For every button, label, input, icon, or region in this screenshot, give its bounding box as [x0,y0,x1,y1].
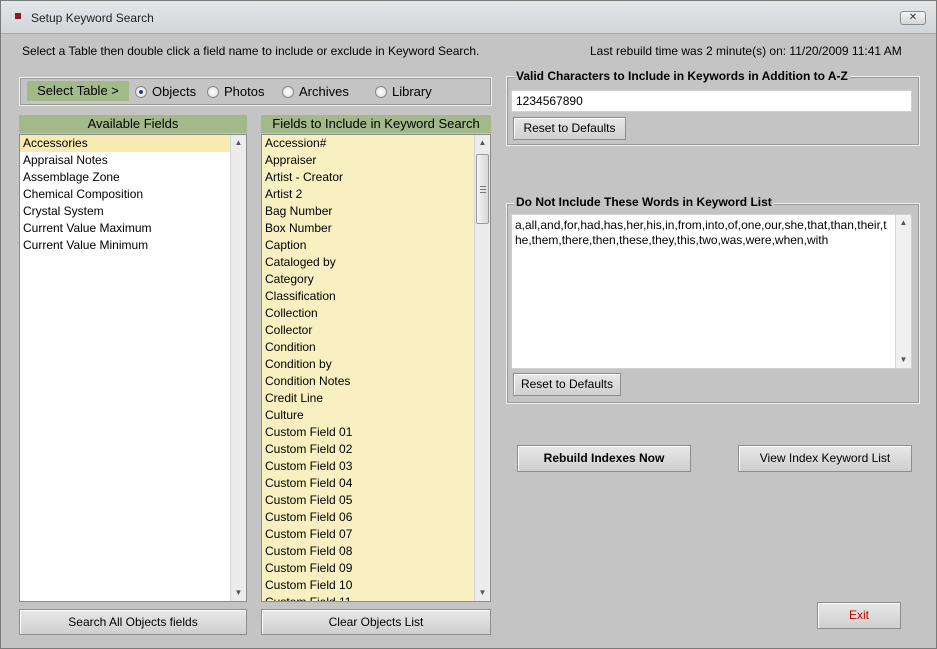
radio-button-icon[interactable] [135,85,147,98]
radio-button-icon[interactable] [375,85,387,98]
list-item[interactable]: Custom Field 11 [262,594,490,601]
list-item[interactable]: Current Value Maximum [20,220,246,237]
radio-archives[interactable]: Archives [282,84,349,99]
radio-button-icon[interactable] [282,85,294,98]
list-item[interactable]: Custom Field 08 [262,543,490,560]
radio-label: Objects [152,84,197,99]
list-item[interactable]: Custom Field 09 [262,560,490,577]
list-item[interactable]: Collection [262,305,490,322]
scroll-up-icon[interactable]: ▲ [231,135,246,151]
reset-valid-characters-button[interactable]: Reset to Defaults [513,117,626,140]
list-item[interactable]: Appraisal Notes [20,152,246,169]
stop-words-legend: Do Not Include These Words in Keyword Li… [514,195,774,209]
list-item[interactable]: Artist - Creator [262,169,490,186]
list-item[interactable]: Custom Field 07 [262,526,490,543]
view-index-keyword-list-button[interactable]: View Index Keyword List [738,445,912,472]
rebuild-indexes-button[interactable]: Rebuild Indexes Now [517,445,691,472]
scroll-down-icon[interactable]: ▼ [896,352,911,368]
scroll-thumb[interactable] [476,154,489,224]
scroll-up-icon[interactable]: ▲ [475,135,490,151]
radio-objects[interactable]: Objects [135,84,196,99]
scroll-down-icon[interactable]: ▼ [231,585,246,601]
setup-keyword-search-window: Setup Keyword Search ✕ Select a Table th… [0,0,937,649]
valid-characters-input[interactable]: 1234567890 [511,90,912,112]
search-all-objects-button[interactable]: Search All Objects fields [19,609,247,635]
title-bar: Setup Keyword Search ✕ [1,1,936,34]
list-item[interactable]: Crystal System [20,203,246,220]
available-fields-list[interactable]: Accessories Appraisal Notes Assemblage Zon… [19,134,247,602]
list-item[interactable]: Custom Field 03 [262,458,490,475]
radio-library[interactable]: Library [375,84,432,99]
list-item[interactable]: Custom Field 10 [262,577,490,594]
list-item[interactable]: Custom Field 02 [262,441,490,458]
list-item[interactable]: Condition Notes [262,373,490,390]
available-fields-header: Available Fields [19,115,247,133]
list-item[interactable]: Custom Field 06 [262,509,490,526]
included-fields-header: Fields to Include in Keyword Search [261,115,491,133]
scroll-down-icon[interactable]: ▼ [475,585,490,601]
select-table-label: Select Table > [27,81,129,101]
included-fields-scrollbar[interactable]: ▲ ▼ [474,135,490,601]
list-item[interactable]: Cataloged by [262,254,490,271]
list-item[interactable]: Custom Field 04 [262,475,490,492]
list-item[interactable]: Collector [262,322,490,339]
list-item[interactable]: Culture [262,407,490,424]
list-item[interactable]: Classification [262,288,490,305]
exit-button[interactable]: Exit [817,602,901,629]
valid-characters-legend: Valid Characters to Include in Keywords … [514,69,850,83]
radio-label: Photos [224,84,265,99]
list-item[interactable]: Accession# [262,135,490,152]
radio-photos[interactable]: Photos [207,84,264,99]
included-fields-items: Accession# Appraiser Artist - Creator Artis… [262,135,490,601]
list-item[interactable]: Custom Field 01 [262,424,490,441]
list-item[interactable]: Assemblage Zone [20,169,246,186]
list-item[interactable]: Box Number [262,220,490,237]
select-table-group: Select Table > Objects Photos Archives L… [19,77,492,106]
close-button[interactable]: ✕ [900,11,926,25]
app-icon [15,13,21,19]
list-item[interactable]: Condition by [262,356,490,373]
available-fields-scrollbar[interactable]: ▲ ▼ [230,135,246,601]
clear-objects-list-button[interactable]: Clear Objects List [261,609,491,635]
list-item[interactable]: Credit Line [262,390,490,407]
radio-label: Library [392,84,432,99]
last-rebuild-time: Last rebuild time was 2 minute(s) on: 11… [590,44,902,58]
window-title: Setup Keyword Search [31,11,154,25]
available-fields-items: Accessories Appraisal Notes Assemblage Zon… [20,135,246,254]
scroll-up-icon[interactable]: ▲ [896,215,911,231]
list-item[interactable]: Appraiser [262,152,490,169]
reset-stop-words-button[interactable]: Reset to Defaults [513,373,621,396]
list-item[interactable]: Bag Number [262,203,490,220]
list-item[interactable]: Chemical Composition [20,186,246,203]
list-item[interactable]: Custom Field 05 [262,492,490,509]
list-item[interactable]: Current Value Minimum [20,237,246,254]
list-item[interactable]: Accessories [20,135,246,152]
list-item[interactable]: Artist 2 [262,186,490,203]
radio-label: Archives [299,84,349,99]
list-item[interactable]: Caption [262,237,490,254]
included-fields-list[interactable]: Accession# Appraiser Artist - Creator Artis… [261,134,491,602]
radio-button-icon[interactable] [207,85,219,98]
instructions-text: Select a Table then double click a field… [22,44,480,58]
list-item[interactable]: Condition [262,339,490,356]
stop-words-textarea[interactable]: a,all,and,for,had,has,her,his,in,from,in… [511,214,912,369]
list-item[interactable]: Category [262,271,490,288]
stop-words-scrollbar[interactable]: ▲ ▼ [895,215,911,368]
stop-words-text: a,all,and,for,had,has,her,his,in,from,in… [515,218,887,247]
